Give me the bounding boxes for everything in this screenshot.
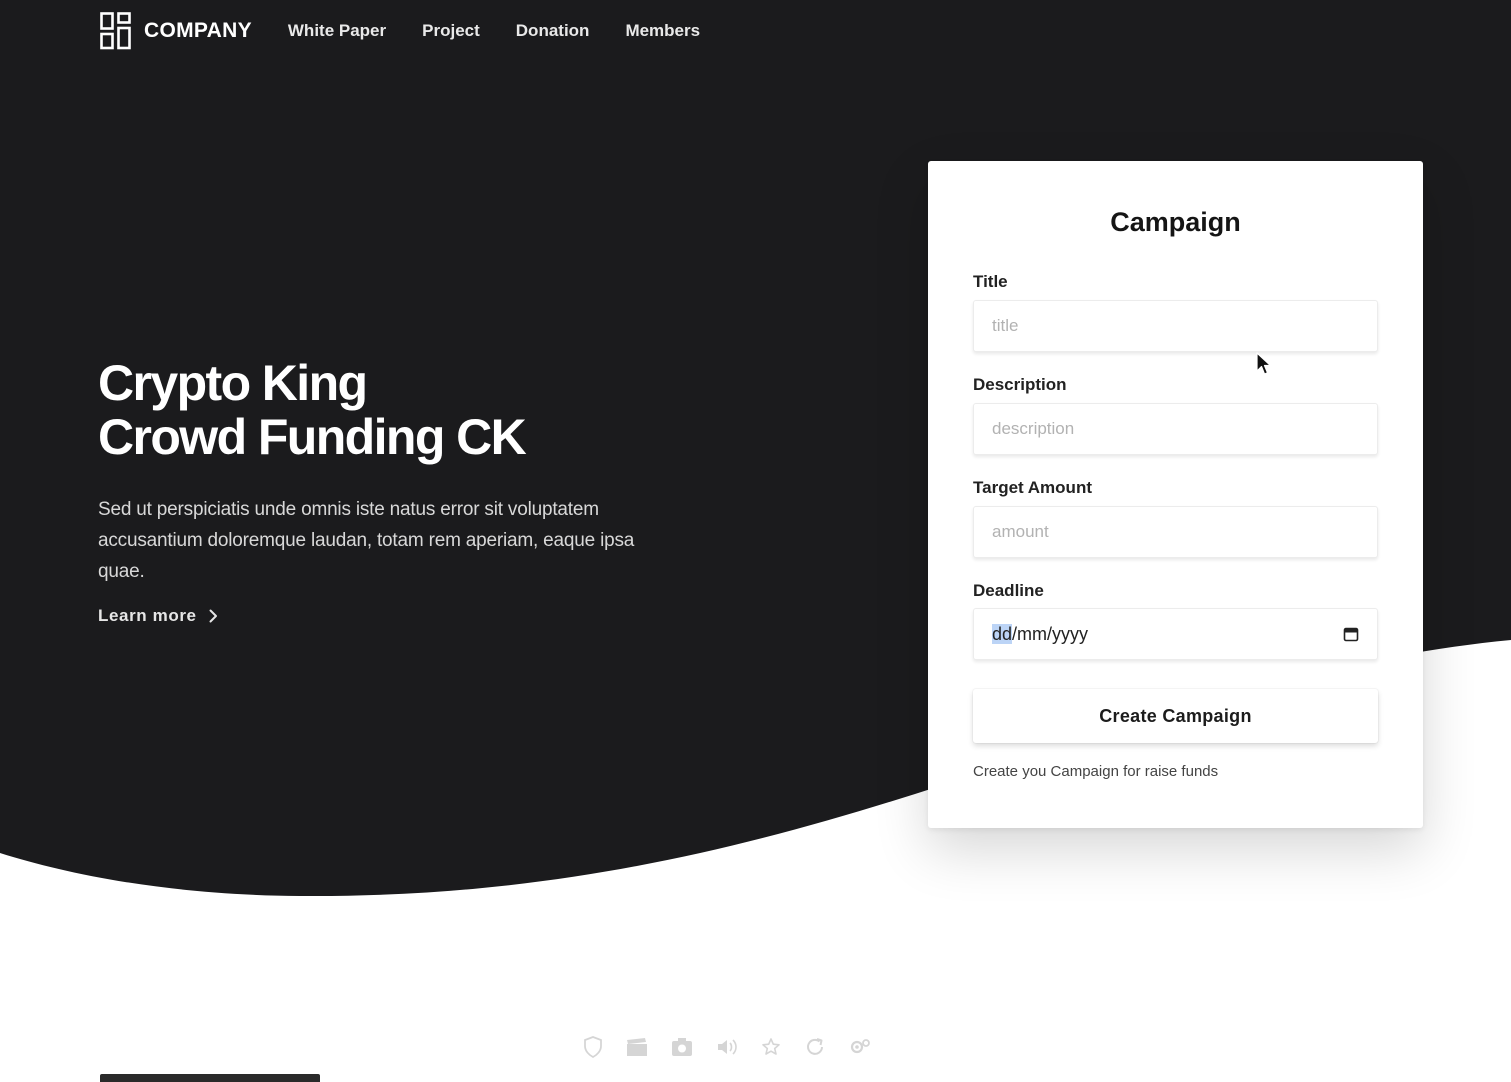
hero-title-line-1: Crypto King [98, 355, 368, 411]
next-section-heading-fragment [100, 1074, 320, 1082]
campaign-form-card: Campaign Title Description Target Amount… [928, 161, 1423, 828]
description-label: Description [973, 375, 1067, 394]
deadline-month-year-segment[interactable]: /mm/yyyy [1012, 624, 1088, 644]
create-campaign-button[interactable]: Create Campaign [973, 689, 1378, 743]
shield-icon[interactable] [583, 1036, 603, 1058]
chevron-right-icon [209, 609, 217, 623]
refresh-icon[interactable] [804, 1036, 826, 1058]
learn-more-link[interactable]: Learn more [98, 606, 218, 626]
deadline-day-segment[interactable]: dd [992, 623, 1013, 644]
top-navigation: COMPANY White Paper Project Donation Mem… [100, 12, 736, 50]
settings-icon[interactable] [849, 1037, 871, 1057]
title-input[interactable] [973, 300, 1378, 352]
player-toolbar [583, 1036, 894, 1058]
clapperboard-icon[interactable] [626, 1037, 648, 1057]
pin-icon[interactable] [761, 1037, 781, 1057]
company-logo[interactable]: COMPANY [100, 12, 252, 50]
hero-title: Crypto King Crowd Funding CK [98, 355, 527, 465]
nav-link-members[interactable]: Members [625, 21, 700, 41]
title-label: Title [973, 272, 1008, 291]
calendar-icon[interactable] [1343, 626, 1359, 642]
nav-link-donation[interactable]: Donation [516, 21, 590, 41]
brand-name: COMPANY [144, 19, 252, 42]
camera-icon[interactable] [671, 1037, 693, 1057]
learn-more-label: Learn more [98, 606, 197, 625]
next-section-heading-peek [100, 1068, 340, 1082]
hero-description: Sed ut perspiciatis unde omnis iste natu… [98, 499, 635, 582]
form-helper-text: Create you Campaign for raise funds [973, 763, 1219, 780]
campaign-form-heading: Campaign [1110, 207, 1241, 237]
description-input[interactable] [973, 403, 1378, 455]
target-amount-label: Target Amount [973, 478, 1092, 497]
nav-link-white-paper[interactable]: White Paper [288, 21, 386, 41]
deadline-date-value: dd/mm/yyyy [992, 623, 1088, 645]
nav-link-project[interactable]: Project [422, 21, 480, 41]
deadline-date-input[interactable]: dd/mm/yyyy [973, 608, 1378, 660]
volume-icon[interactable] [716, 1037, 738, 1057]
grid-logo-icon [100, 12, 131, 50]
target-amount-input[interactable] [973, 506, 1378, 558]
deadline-label: Deadline [973, 581, 1044, 600]
mouse-cursor-icon [1256, 352, 1272, 375]
hero-title-line-2: Crowd Funding CK [98, 409, 527, 465]
